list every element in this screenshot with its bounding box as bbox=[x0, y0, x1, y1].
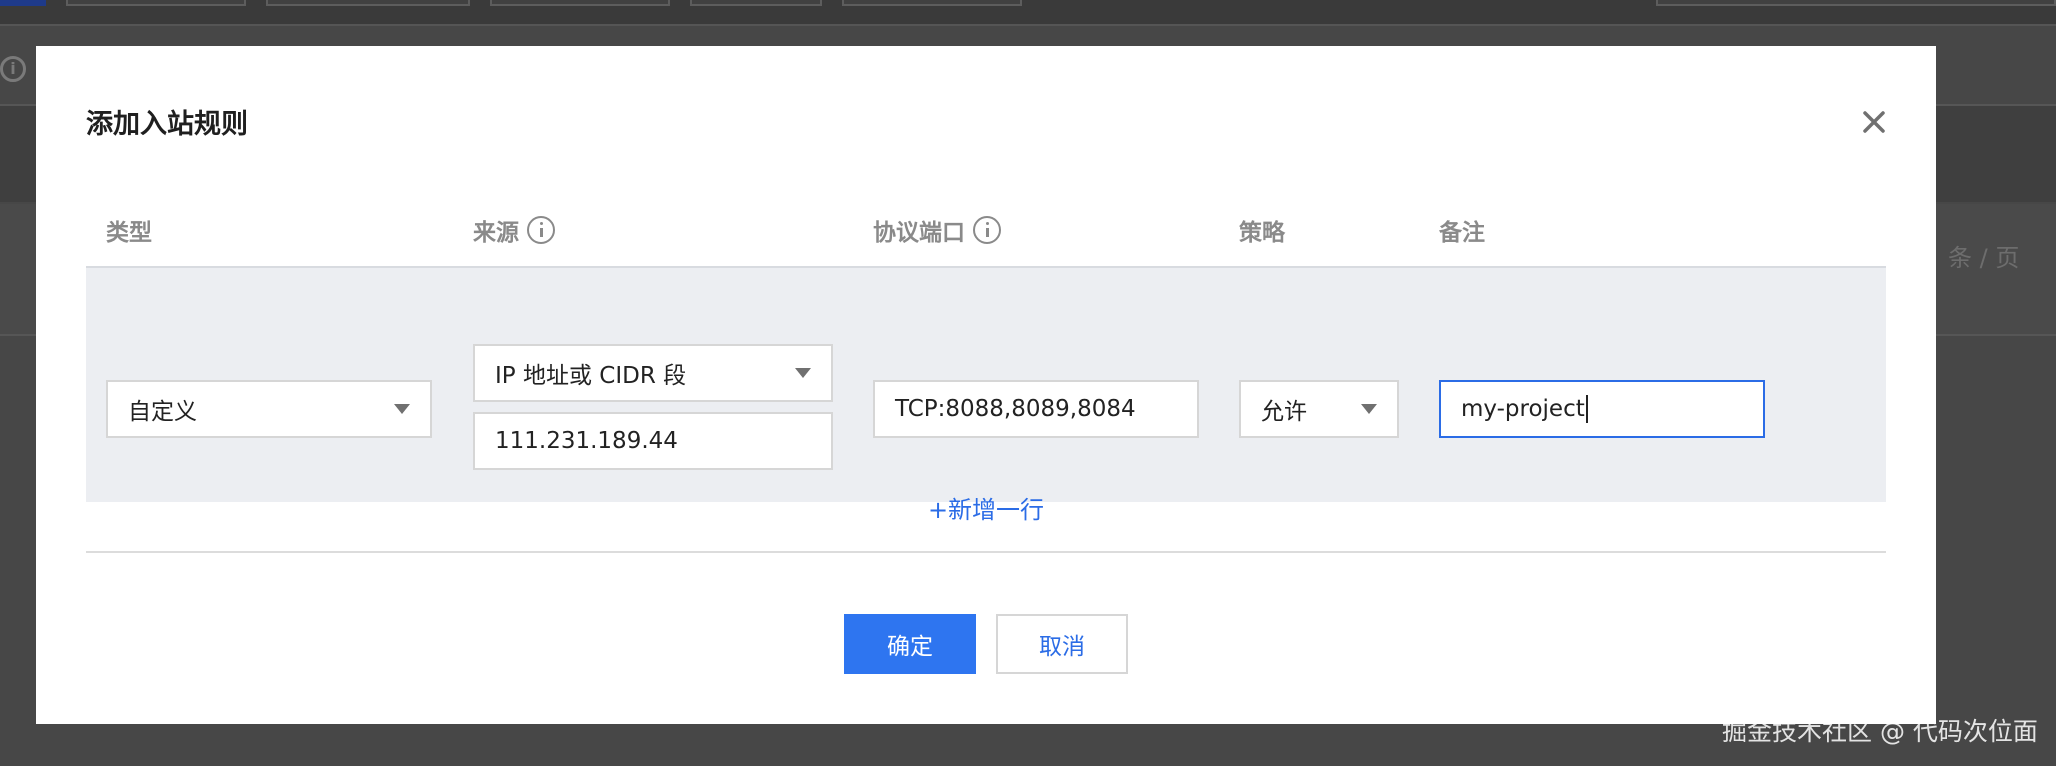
chevron-down-icon bbox=[1361, 404, 1377, 414]
note-input-value: my-project bbox=[1461, 396, 1585, 422]
type-select[interactable]: 自定义 bbox=[106, 380, 432, 438]
column-header-note-label: 备注 bbox=[1439, 220, 1485, 246]
source-ip-input[interactable]: 111.231.189.44 bbox=[473, 412, 833, 470]
info-icon[interactable] bbox=[527, 216, 555, 244]
protocol-port-input[interactable]: TCP:8088,8089,8084 bbox=[873, 380, 1199, 438]
note-input[interactable]: my-project bbox=[1439, 380, 1765, 438]
column-header-type-label: 类型 bbox=[106, 220, 152, 246]
chevron-down-icon bbox=[795, 368, 811, 378]
column-header-source: 来源 bbox=[473, 213, 555, 247]
background-search bbox=[1656, 0, 2056, 6]
policy-select-value: 允许 bbox=[1261, 399, 1307, 425]
background-pager-label: 条 / 页 bbox=[1948, 244, 2020, 272]
text-cursor bbox=[1585, 395, 1588, 423]
background-tab bbox=[490, 0, 670, 6]
close-icon bbox=[1863, 111, 1885, 133]
cancel-button[interactable]: 取消 bbox=[996, 614, 1128, 674]
source-ip-input-value: 111.231.189.44 bbox=[495, 428, 678, 454]
add-row-link[interactable]: +新增一行 bbox=[36, 490, 1936, 525]
column-header-policy-label: 策略 bbox=[1239, 220, 1285, 246]
column-header-policy: 策略 bbox=[1239, 213, 1285, 247]
add-inbound-rule-dialog: 添加入站规则 类型 来源 协议端口 策略 备注 自定义 IP 地址或 CIDR … bbox=[36, 46, 1936, 724]
policy-select[interactable]: 允许 bbox=[1239, 380, 1399, 438]
watermark: 掘金技术社区 @ 代码次位面 bbox=[1722, 717, 2038, 746]
column-header-port-label: 协议端口 bbox=[873, 220, 965, 246]
background-info-icon: i bbox=[0, 56, 26, 82]
info-icon[interactable] bbox=[973, 216, 1001, 244]
chevron-down-icon bbox=[394, 404, 410, 414]
background-toolbar bbox=[0, 0, 2056, 26]
type-select-value: 自定义 bbox=[128, 399, 197, 425]
source-type-select-value: IP 地址或 CIDR 段 bbox=[495, 363, 687, 389]
rule-row: 自定义 IP 地址或 CIDR 段 111.231.189.44 TCP:808… bbox=[86, 266, 1886, 502]
column-header-note: 备注 bbox=[1439, 213, 1485, 247]
dialog-divider bbox=[86, 551, 1886, 553]
protocol-port-input-value: TCP:8088,8089,8084 bbox=[895, 396, 1136, 422]
background-tab bbox=[266, 0, 470, 6]
column-header-type: 类型 bbox=[106, 213, 152, 247]
close-button[interactable] bbox=[1856, 104, 1892, 140]
confirm-button[interactable]: 确定 bbox=[844, 614, 976, 674]
background-tab-active bbox=[0, 0, 46, 6]
column-header-port: 协议端口 bbox=[873, 213, 1001, 247]
dialog-title: 添加入站规则 bbox=[86, 109, 248, 140]
background-tab bbox=[842, 0, 1022, 6]
background-tab bbox=[690, 0, 822, 6]
source-type-select[interactable]: IP 地址或 CIDR 段 bbox=[473, 344, 833, 402]
background-tab bbox=[66, 0, 246, 6]
column-header-source-label: 来源 bbox=[473, 220, 519, 246]
